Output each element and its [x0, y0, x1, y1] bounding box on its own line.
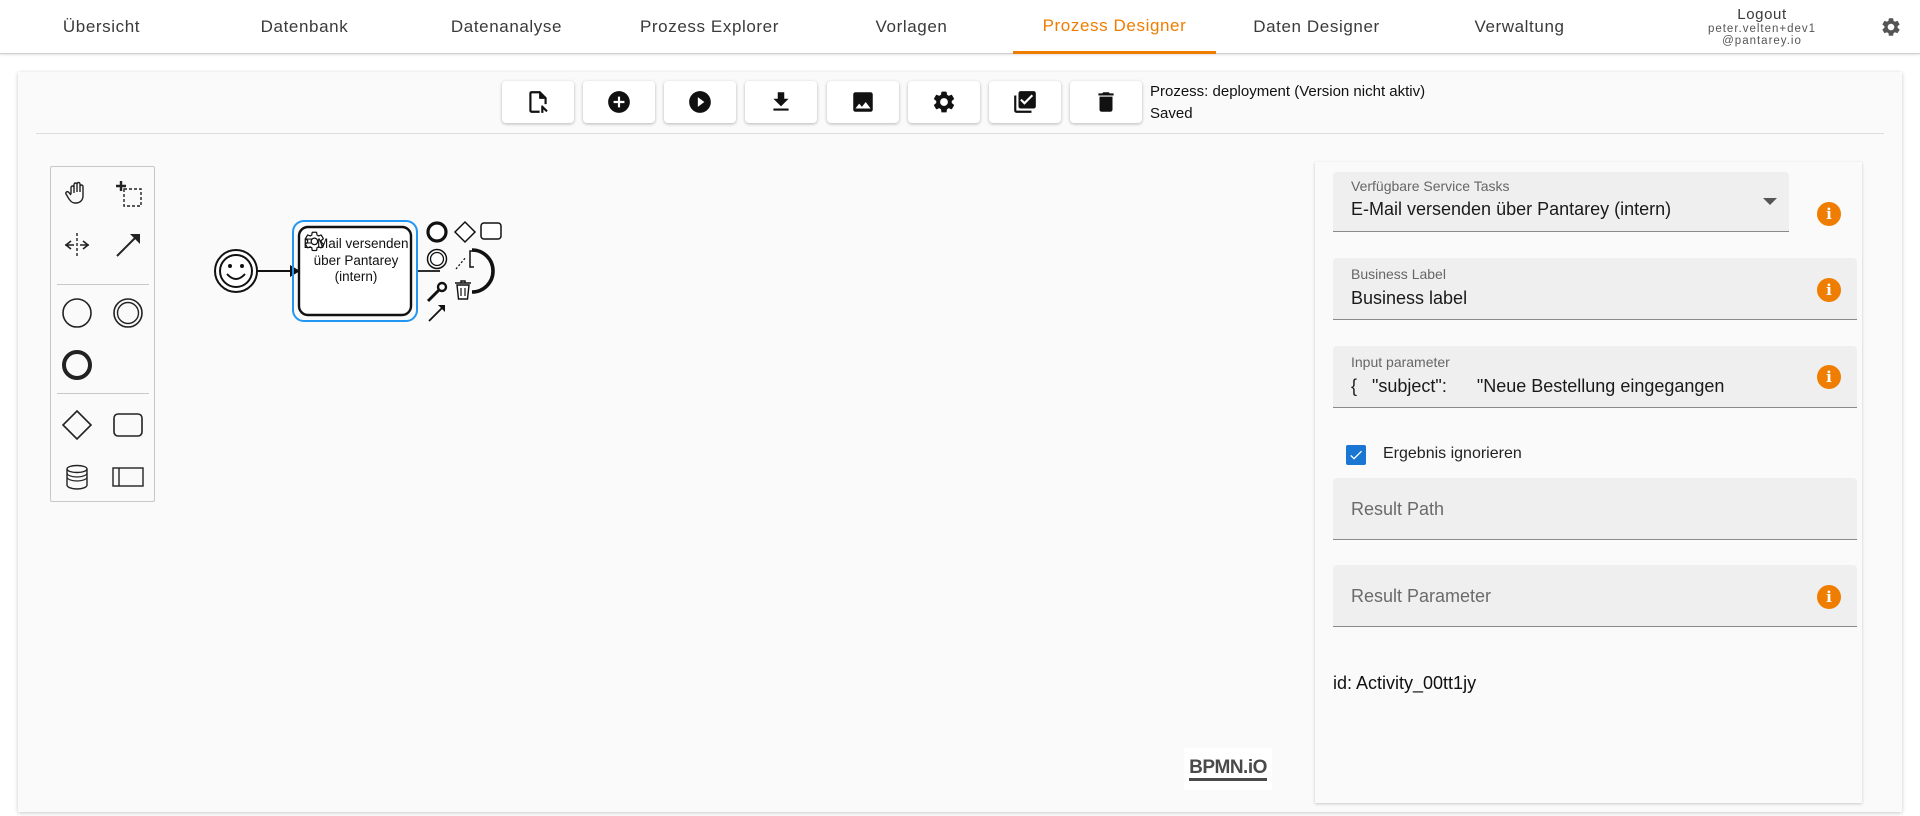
bpmn-io-logo[interactable]: BPMN.iO	[1184, 748, 1272, 790]
delete-button[interactable]	[1070, 81, 1142, 123]
designer-toolbar	[0, 81, 1920, 123]
result-path-placeholder: Result Path	[1351, 499, 1445, 519]
data-store-icon[interactable]	[57, 457, 97, 497]
end-event-icon[interactable]	[57, 345, 97, 385]
save-status: Saved	[1150, 105, 1193, 122]
checkmark-icon	[1350, 450, 1362, 460]
tab-datenbank[interactable]: Datenbank	[203, 0, 406, 54]
chevron-down-icon	[1763, 198, 1777, 205]
input-parameter-value: { "subject": "Neue Bestellung eingegange…	[1351, 376, 1725, 396]
image-icon	[853, 92, 873, 112]
tab-verwaltung[interactable]: Verwaltung	[1418, 0, 1621, 54]
play-circle-icon	[689, 91, 711, 113]
toolbar-divider	[36, 133, 1884, 134]
task-label: E-Mail versenden über Pantarey (intern)	[303, 236, 409, 284]
result-parameter-placeholder: Result Parameter	[1351, 586, 1492, 606]
palette-separator	[57, 284, 149, 285]
info-icon[interactable]: i	[1817, 202, 1841, 226]
tab-vorlagen[interactable]: Vorlagen	[810, 0, 1013, 54]
business-label-label: Business Label	[1351, 266, 1446, 282]
user-email-line2: @pantarey.io	[1722, 35, 1802, 47]
validate-button[interactable]	[989, 81, 1061, 123]
download-button[interactable]	[745, 81, 817, 123]
tab-prozess-explorer[interactable]: Prozess Explorer	[608, 0, 811, 54]
intermediate-event-icon[interactable]	[108, 293, 148, 333]
trash-icon[interactable]	[455, 280, 471, 300]
start-event-icon[interactable]	[57, 293, 97, 333]
top-navigation: Übersicht Datenbank Datenanalyse Prozess…	[0, 0, 1920, 54]
palette-separator	[57, 393, 149, 394]
task-icon[interactable]	[108, 405, 148, 445]
info-icon[interactable]: i	[1817, 365, 1841, 389]
pool-icon[interactable]	[108, 457, 148, 497]
space-tool-icon[interactable]	[57, 225, 97, 265]
user-email-line1: peter.velten+dev1	[1707, 23, 1817, 35]
text-annotation-icon[interactable]	[455, 250, 474, 270]
hand-tool-icon[interactable]	[57, 173, 97, 213]
info-icon[interactable]: i	[1817, 585, 1841, 609]
add-circle-icon	[608, 91, 630, 113]
business-label-field[interactable]: Business Label Business label	[1333, 258, 1857, 320]
ignore-result-label: Ergebnis ignorieren	[1383, 445, 1522, 462]
file-export-icon	[529, 91, 548, 113]
run-button[interactable]	[664, 81, 736, 123]
start-event[interactable]	[214, 249, 258, 293]
connect-arrow-icon[interactable]	[428, 305, 445, 322]
result-path-field[interactable]: Result Path	[1333, 478, 1857, 540]
append-gateway-icon[interactable]	[453, 220, 477, 244]
bpmn-palette	[50, 166, 155, 502]
gateway-icon[interactable]	[57, 405, 97, 445]
tab-datenanalyse[interactable]: Datenanalyse	[405, 0, 608, 54]
user-box: Logout peter.velten+dev1 @pantarey.io	[1680, 2, 1844, 52]
tab-daten-designer[interactable]: Daten Designer	[1215, 0, 1418, 54]
append-task-icon[interactable]	[480, 222, 502, 240]
settings-icon	[933, 91, 955, 113]
input-parameter-label: Input parameter	[1351, 354, 1450, 370]
service-task-select[interactable]: Verfügbare Service Tasks E-Mail versende…	[1333, 172, 1789, 232]
settings-gear-icon[interactable]	[1880, 16, 1902, 38]
process-info: Prozess: deployment (Version nicht aktiv…	[1150, 81, 1425, 125]
info-icon[interactable]: i	[1817, 278, 1841, 302]
add-button[interactable]	[583, 81, 655, 123]
service-task-select-value: E-Mail versenden über Pantarey (intern)	[1351, 199, 1672, 219]
lasso-tool-icon[interactable]	[108, 173, 148, 213]
tab-prozess-designer[interactable]: Prozess Designer	[1013, 0, 1216, 54]
result-parameter-field[interactable]: Result Parameter	[1333, 565, 1857, 627]
append-end-event-icon[interactable]	[426, 221, 448, 243]
logout-link[interactable]: Logout	[1680, 6, 1844, 23]
process-settings-button[interactable]	[908, 81, 980, 123]
input-parameter-field[interactable]: Input parameter { "subject": "Neue Beste…	[1333, 346, 1857, 408]
connect-tool-icon[interactable]	[108, 225, 148, 265]
checklist-icon	[1014, 91, 1036, 113]
element-id: id: Activity_00tt1jy	[1333, 673, 1477, 693]
process-name: Prozess: deployment (Version nicht aktiv…	[1150, 83, 1426, 100]
download-icon	[773, 92, 789, 111]
service-task-select-label: Verfügbare Service Tasks	[1351, 178, 1510, 194]
business-label-value: Business label	[1351, 288, 1468, 308]
export-file-button[interactable]	[502, 81, 574, 123]
append-intermediate-event-icon[interactable]	[426, 248, 448, 270]
delete-icon	[1098, 92, 1114, 112]
tab-uebersicht[interactable]: Übersicht	[0, 0, 203, 54]
export-image-button[interactable]	[827, 81, 899, 123]
wrench-icon[interactable]	[426, 281, 448, 303]
ignore-result-checkbox[interactable]	[1346, 445, 1366, 465]
